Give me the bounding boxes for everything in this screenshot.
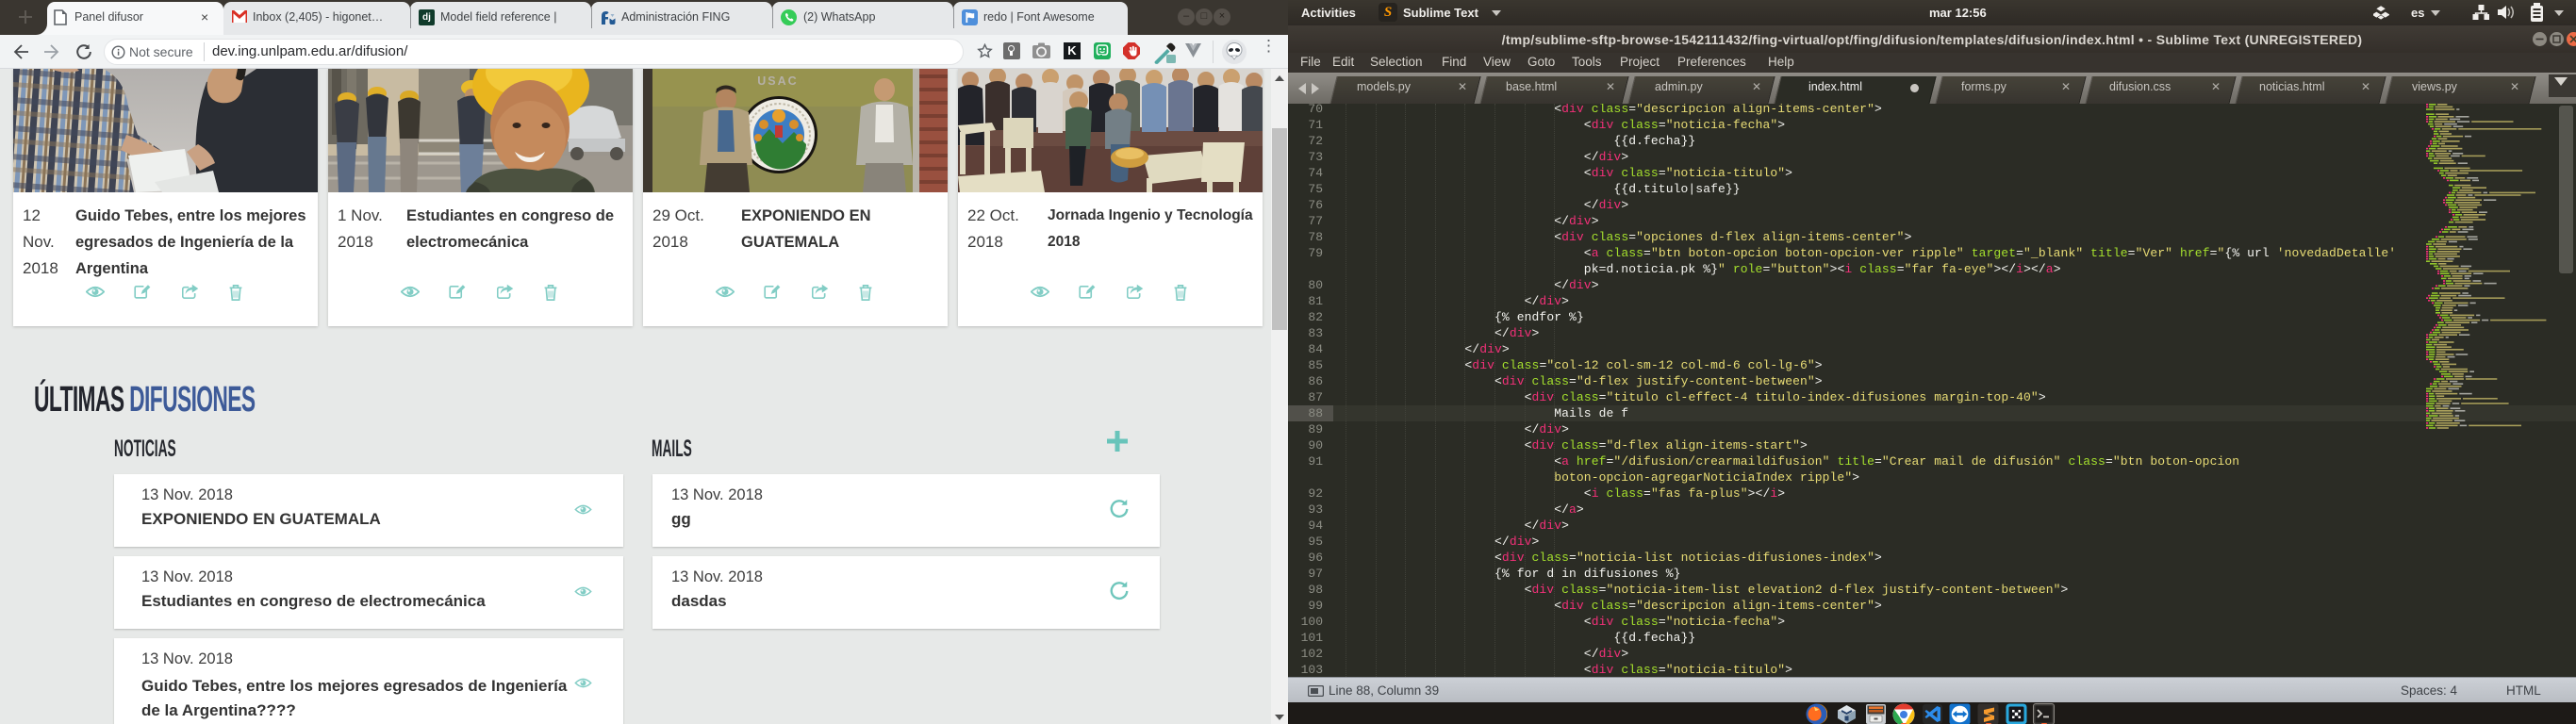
svg-text:USAC: USAC	[757, 74, 798, 88]
